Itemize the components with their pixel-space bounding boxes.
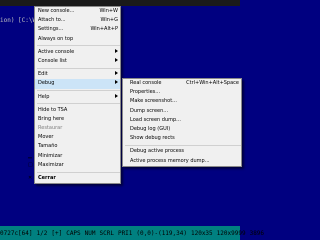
menu-item-tamano[interactable]: Tamaño <box>35 142 120 151</box>
menu-item-label: Always on top <box>38 35 74 42</box>
submenu-arrow-icon <box>115 57 118 66</box>
menu-item-label: Active process memory dump... <box>130 157 210 164</box>
status-scrl: SCRL <box>99 229 114 237</box>
menu-item-help[interactable]: Help <box>35 93 120 102</box>
status-console-index: 1/2 <box>36 229 48 237</box>
menu-item-label: Hide to TSA <box>38 106 68 113</box>
menu-separator <box>37 45 120 47</box>
menu-item-shortcut: Win+G <box>100 17 118 24</box>
menu-item-hide-to-tsa[interactable]: Hide to TSA <box>35 106 120 115</box>
menu-item-settings[interactable]: Settings... Win+Alt+P <box>35 25 120 34</box>
menu-item-label: Make screenshot... <box>130 98 177 105</box>
menu-item-label: Load screen dump... <box>130 116 181 123</box>
menu-item-label: Help <box>38 93 50 100</box>
menu-item-label: Show debug rects <box>130 135 175 142</box>
status-visible-region: (0,0)-(119,34) <box>136 229 187 237</box>
menu-item-label: Edit <box>38 71 48 78</box>
menu-item-real-console[interactable]: Real console Ctrl+Win+Alt+Space <box>123 79 241 88</box>
menu-item-edit[interactable]: Edit <box>35 70 120 79</box>
submenu-arrow-icon <box>115 48 118 57</box>
menu-item-label: Debug active process <box>130 148 185 155</box>
menu-separator <box>37 90 120 91</box>
menu-item-bring-here[interactable]: Bring here <box>35 115 120 124</box>
menu-item-label: Dump screen... <box>130 107 169 114</box>
menu-item-console-list[interactable]: Console list <box>35 57 120 66</box>
menu-item-always-on-top[interactable]: Always on top <box>35 35 120 44</box>
menu-item-new-console[interactable]: New console... Win+W <box>35 7 120 16</box>
submenu-arrow-icon <box>115 79 118 88</box>
minimize-icon: ▁ <box>28 152 32 159</box>
menu-item-debug[interactable]: Debug <box>35 79 120 89</box>
menu-item-label: Restaurar <box>38 125 63 132</box>
menu-item-cerrar[interactable]: ✕ Cerrar <box>28 174 120 183</box>
menu-separator <box>37 67 120 69</box>
menu-item-label: Console list <box>38 57 67 64</box>
status-priority: PRI1 <box>117 229 133 237</box>
system-menu: New console... Win+W Attach to... Win+G Se… <box>28 6 121 185</box>
status-window-size: 120x35 <box>190 229 213 237</box>
menu-item-label: Mover <box>38 134 54 141</box>
menu-item-label: Settings... <box>38 26 64 33</box>
menu-separator <box>37 103 120 105</box>
menu-item-dump-screen[interactable]: Dump screen... <box>123 107 241 116</box>
menu-item-label: Debug log (GUI) <box>130 125 171 132</box>
status-new-console[interactable]: [+] <box>51 230 62 237</box>
menu-separator <box>37 171 120 173</box>
submenu-arrow-icon <box>115 93 118 102</box>
menu-item-load-screen-dump[interactable]: Load screen dump... <box>123 116 241 125</box>
menu-item-shortcut: Win+W <box>99 8 118 14</box>
menu-item-properties[interactable]: Properties... <box>123 88 241 97</box>
close-icon: ✕ <box>28 175 33 181</box>
menu-item-make-screenshot[interactable]: Make screenshot... <box>123 97 241 106</box>
status-console-id: 0727c[64] <box>0 229 33 237</box>
menu-item-minimizar[interactable]: ▁ Minimizar <box>28 152 120 161</box>
menu-item-debug-active-process[interactable]: Debug active process <box>123 147 241 156</box>
menu-item-debug-log[interactable]: Debug log (GUI) <box>123 125 241 134</box>
menu-item-memory-dump[interactable]: Active process memory dump... <box>123 157 241 166</box>
menu-item-mover[interactable]: Mover <box>35 133 120 142</box>
menu-separator <box>125 144 241 146</box>
menu-item-shortcut: Ctrl+Win+Alt+Space <box>186 80 239 86</box>
menu-item-label: New console... <box>38 8 75 14</box>
status-process-id: 3896 <box>249 229 265 237</box>
menu-item-label: Maximizar <box>38 161 64 168</box>
status-bar: 0727c[64] 1/2 [+] CAPS NUM SCRL PRI1 (0,… <box>0 226 264 240</box>
menu-item-label: Real console <box>130 80 162 86</box>
status-buffer-size: 120x9999 <box>216 229 246 237</box>
menu-item-label: Attach to... <box>38 17 66 24</box>
menu-item-label: Active console <box>38 48 75 55</box>
menu-item-label: Bring here <box>38 115 65 122</box>
menu-item-attach-to[interactable]: Attach to... Win+G <box>35 16 120 25</box>
debug-submenu: Real console Ctrl+Win+Alt+Space Propertie… <box>122 78 242 167</box>
menu-item-shortcut: Win+Alt+P <box>90 26 118 33</box>
menu-item-label: Minimizar <box>38 152 63 159</box>
menu-item-maximizar[interactable]: □ Maximizar <box>28 161 120 170</box>
submenu-arrow-icon <box>115 70 118 79</box>
menu-item-show-debug-rects[interactable]: Show debug rects <box>123 134 241 143</box>
menu-item-active-console[interactable]: Active console <box>35 48 120 57</box>
menu-item-label: Cerrar <box>38 175 56 181</box>
status-caps: CAPS <box>66 229 81 237</box>
menu-item-restaurar: Restaurar <box>35 124 120 133</box>
status-num: NUM <box>84 229 96 237</box>
menu-item-label: Debug <box>38 80 55 87</box>
maximize-icon: □ <box>28 161 33 168</box>
menu-item-label: Properties... <box>130 89 161 96</box>
menu-item-label: Tamaño <box>38 143 58 150</box>
